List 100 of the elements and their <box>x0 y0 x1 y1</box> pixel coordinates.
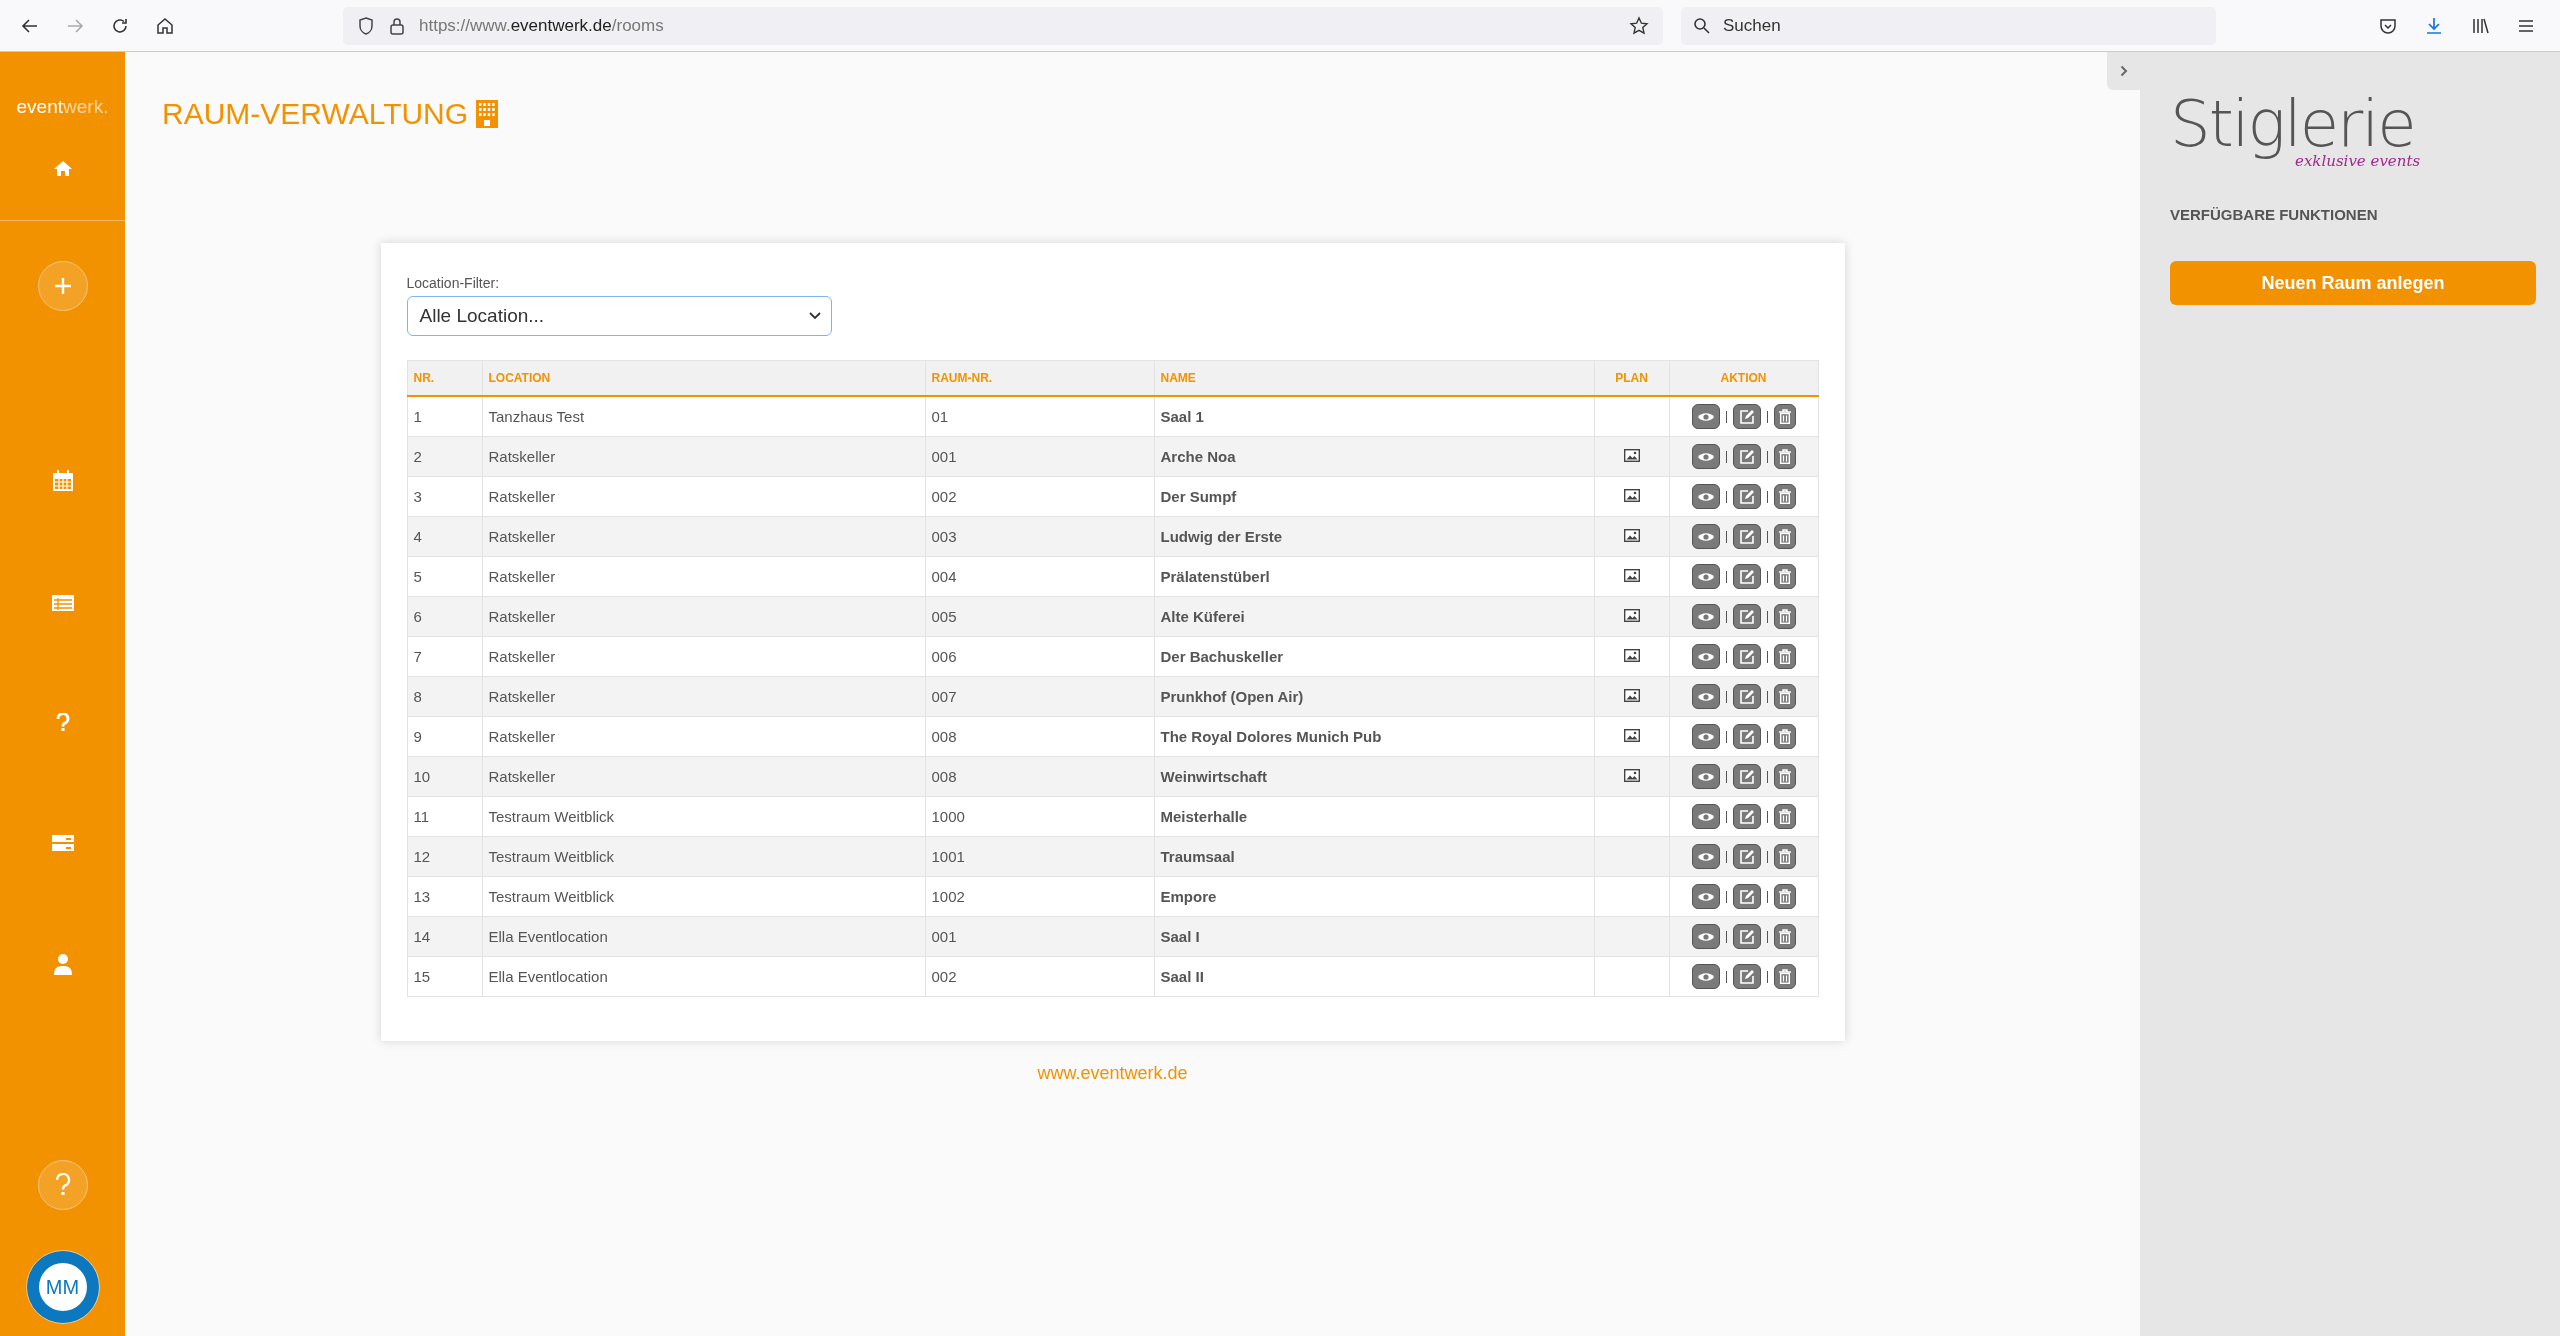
view-button[interactable] <box>1691 604 1720 629</box>
image-icon[interactable] <box>1623 729 1640 742</box>
home-icon[interactable] <box>155 15 175 36</box>
eye-icon <box>1696 530 1715 543</box>
image-icon[interactable] <box>1623 649 1640 662</box>
edit-button[interactable] <box>1732 804 1761 829</box>
table-cell: Saal I <box>1154 916 1594 957</box>
avatar[interactable]: MM <box>25 1250 100 1324</box>
delete-button[interactable] <box>1773 444 1796 469</box>
eye-icon <box>1696 970 1715 983</box>
table-cell: 2 <box>407 436 482 477</box>
edit-button[interactable] <box>1732 964 1761 989</box>
table-cell: 003 <box>925 516 1154 557</box>
view-button[interactable] <box>1691 724 1720 749</box>
eye-icon <box>1696 930 1715 943</box>
edit-button[interactable] <box>1732 644 1761 669</box>
image-icon[interactable] <box>1623 769 1640 782</box>
column-header: NAME <box>1154 360 1594 396</box>
table-cell: Traumsaal <box>1154 836 1594 877</box>
edit-button[interactable] <box>1732 724 1761 749</box>
image-icon[interactable] <box>1623 489 1640 502</box>
delete-button[interactable] <box>1773 564 1796 589</box>
delete-button[interactable] <box>1773 684 1796 709</box>
table-cell: 1002 <box>925 876 1154 917</box>
search-field[interactable]: Suchen <box>1681 6 2216 45</box>
table-cell: 001 <box>925 916 1154 957</box>
view-button[interactable] <box>1691 484 1720 509</box>
image-icon[interactable] <box>1623 609 1640 622</box>
view-button[interactable] <box>1691 924 1720 949</box>
table-cell: Der Bachuskeller <box>1154 636 1594 677</box>
page-title: RAUM-VERWALTUNG <box>162 97 469 131</box>
view-button[interactable] <box>1691 644 1720 669</box>
table-cell: Prälatenstüberl <box>1154 556 1594 597</box>
delete-button[interactable] <box>1773 764 1796 789</box>
trash-icon <box>1778 849 1791 864</box>
image-icon[interactable] <box>1623 449 1640 462</box>
edit-button[interactable] <box>1732 604 1761 629</box>
view-button[interactable] <box>1691 524 1720 549</box>
delete-button[interactable] <box>1773 644 1796 669</box>
view-button[interactable] <box>1691 444 1720 469</box>
delete-button[interactable] <box>1773 604 1796 629</box>
edit-icon <box>1738 488 1755 505</box>
table-cell: Ratskeller <box>482 556 925 597</box>
edit-icon <box>1738 968 1755 985</box>
view-button[interactable] <box>1691 804 1720 829</box>
eye-icon <box>1696 490 1715 503</box>
table-cell: Testraum Weitblick <box>482 836 925 877</box>
view-button[interactable] <box>1691 684 1720 709</box>
delete-button[interactable] <box>1773 924 1796 949</box>
location-filter-dropdown[interactable]: Alle Location... <box>406 296 832 336</box>
eye-icon <box>1696 610 1715 623</box>
table-cell: 1001 <box>925 836 1154 877</box>
edit-icon <box>1738 888 1755 905</box>
trash-icon <box>1778 649 1791 664</box>
download-icon[interactable] <box>2424 15 2444 36</box>
table-cell: 7 <box>407 636 482 677</box>
table-cell: 11 <box>407 796 482 837</box>
eye-icon <box>1696 450 1715 463</box>
edit-button[interactable] <box>1732 564 1761 589</box>
delete-button[interactable] <box>1773 964 1796 989</box>
view-button[interactable] <box>1691 964 1720 989</box>
search-icon <box>1693 16 1711 35</box>
edit-button[interactable] <box>1732 484 1761 509</box>
view-button[interactable] <box>1691 564 1720 589</box>
delete-button[interactable] <box>1773 404 1796 429</box>
edit-button[interactable] <box>1732 844 1761 869</box>
edit-button[interactable] <box>1732 764 1761 789</box>
edit-button[interactable] <box>1732 684 1761 709</box>
edit-button[interactable] <box>1732 524 1761 549</box>
search-input[interactable]: Suchen <box>1721 14 2204 37</box>
trash-icon <box>1778 409 1791 424</box>
shield-icon <box>357 15 375 36</box>
delete-button[interactable] <box>1773 484 1796 509</box>
eye-icon <box>1696 770 1715 783</box>
image-icon[interactable] <box>1623 689 1640 702</box>
eye-icon <box>1696 690 1715 703</box>
edit-button[interactable] <box>1732 444 1761 469</box>
delete-button[interactable] <box>1773 724 1796 749</box>
view-button[interactable] <box>1691 884 1720 909</box>
table-cell: 4 <box>407 516 482 557</box>
view-button[interactable] <box>1691 404 1720 429</box>
collapse-panel-tab[interactable] <box>2107 52 2140 90</box>
edit-button[interactable] <box>1732 924 1761 949</box>
image-icon[interactable] <box>1623 569 1640 582</box>
delete-button[interactable] <box>1773 884 1796 909</box>
delete-button[interactable] <box>1773 804 1796 829</box>
edit-button[interactable] <box>1732 404 1761 429</box>
edit-button[interactable] <box>1732 884 1761 909</box>
image-icon[interactable] <box>1623 529 1640 542</box>
address-bar[interactable]: https://www.eventwerk.de/rooms <box>343 6 1663 45</box>
delete-button[interactable] <box>1773 844 1796 869</box>
table-cell: Prunkhof (Open Air) <box>1154 676 1594 717</box>
edit-icon <box>1738 928 1755 945</box>
edit-icon <box>1738 728 1755 745</box>
view-button[interactable] <box>1691 764 1720 789</box>
star-icon[interactable] <box>1629 15 1649 36</box>
delete-button[interactable] <box>1773 524 1796 549</box>
table-cell: Alte Küferei <box>1154 596 1594 637</box>
view-button[interactable] <box>1691 844 1720 869</box>
chevron-right-icon <box>2119 65 2128 77</box>
